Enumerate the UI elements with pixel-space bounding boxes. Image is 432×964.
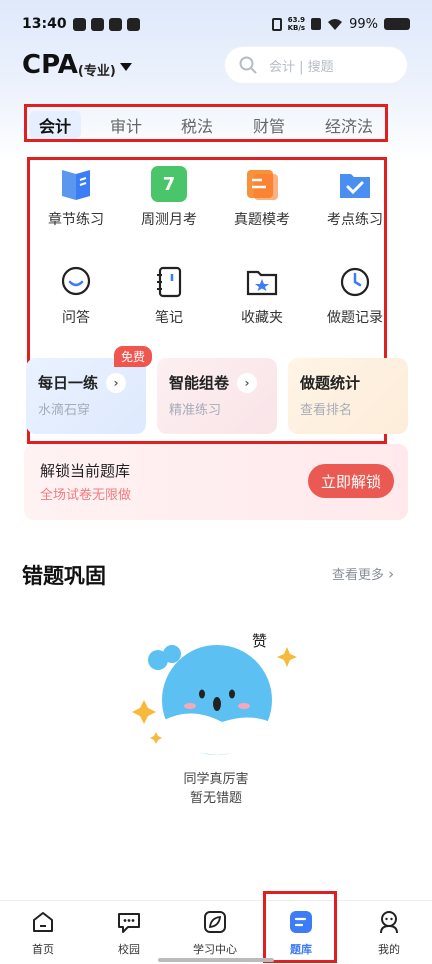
network-speed: 63.9 KB/s [287, 16, 306, 32]
nav-campus[interactable]: 校园 [89, 909, 169, 957]
exam-subtitle: (专业) [77, 63, 116, 79]
unlock-subtitle: 全场试卷无限做 [40, 488, 132, 503]
grid-item-label: 真题模考 [234, 212, 290, 228]
nav-learning-center[interactable]: 学习中心 [175, 909, 255, 957]
grid-item-qa[interactable]: 问答 [28, 264, 124, 327]
card-subtitle: 查看排名 [300, 403, 353, 418]
grid-item-label: 问答 [62, 310, 90, 326]
nav-home[interactable]: 首页 [3, 909, 83, 957]
card-title: 每日一练 [38, 374, 99, 392]
app-notification-icon [126, 17, 140, 31]
search-icon [239, 56, 257, 74]
chevron-right-icon: › [388, 565, 395, 583]
daily-practice-card[interactable]: 每日一练 › 水滴石穿 [26, 358, 146, 434]
nav-label: 学习中心 [193, 943, 237, 956]
free-badge: 免费 [114, 346, 153, 367]
profile-icon [380, 911, 398, 934]
book-icon [58, 166, 94, 202]
notebook-icon [151, 264, 187, 300]
unlock-title: 解锁当前题库 [40, 462, 131, 480]
grid-item-label: 章节练习 [48, 212, 104, 228]
unlock-banner: 解锁当前题库 全场试卷无限做 立即解锁 [24, 444, 408, 520]
folder-check-icon [337, 166, 373, 202]
card-title: 智能组卷 [169, 374, 230, 392]
tab-tax-law[interactable]: 税法 [181, 113, 213, 137]
nav-label: 首页 [32, 943, 54, 956]
caret-down-icon [119, 63, 132, 71]
tab-audit[interactable]: 审计 [110, 113, 142, 137]
chevron-right-icon: › [106, 372, 127, 393]
status-time: 13:40 [22, 16, 67, 32]
grid-item-label: 笔记 [155, 310, 183, 326]
tab-financial-management[interactable]: 财管 [253, 113, 285, 137]
smart-paper-card[interactable]: 智能组卷 › 精准练习 [157, 358, 277, 434]
exam-selector[interactable]: CPA (专业) [22, 50, 132, 80]
mascot-illustration: 赞 [132, 632, 297, 755]
subject-tabs: 会计 审计 税法 财管 经济法 [24, 104, 388, 142]
grid-item-favorites[interactable]: 收藏夹 [214, 264, 310, 327]
calendar-icon: 7 [151, 166, 187, 202]
star-folder-icon [244, 264, 280, 300]
leaf-icon [204, 911, 226, 933]
nav-profile[interactable]: 我的 [349, 909, 429, 957]
empty-message-line2: 暂无错题 [189, 791, 242, 806]
practice-stats-card[interactable]: 做题统计 查看排名 [288, 358, 408, 434]
battery-text: 99% [349, 16, 378, 32]
bottom-nav: 首页 校园 学习中心 题库 我的 [0, 900, 432, 964]
mascot-text: 赞 [252, 632, 267, 650]
view-more-link[interactable]: 查看更多 › [332, 564, 394, 583]
chevron-right-icon: › [237, 372, 258, 393]
app-notification-icon [72, 17, 86, 31]
home-icon [33, 912, 53, 932]
clock-icon [337, 264, 373, 300]
grid-item-label: 做题记录 [327, 310, 383, 326]
app-notification-icon [108, 17, 122, 31]
grid-item-practice-history[interactable]: 做题记录 [307, 264, 403, 327]
grid-item-label: 考点练习 [327, 212, 383, 228]
active-nav-highlight [263, 891, 337, 963]
grid-item-weekly-monthly[interactable]: 7 周测月考 [121, 166, 217, 229]
battery-icon [384, 18, 410, 30]
status-bar: 13:40 63.9 KB/s 99% [0, 0, 432, 48]
grid-item-label: 收藏夹 [241, 310, 283, 326]
grid-item-label: 周测月考 [141, 212, 197, 228]
tab-economic-law[interactable]: 经济法 [325, 113, 373, 137]
grid-item-notes[interactable]: 笔记 [121, 264, 217, 327]
grid-item-past-exams[interactable]: 真题模考 [214, 166, 310, 229]
card-subtitle: 水滴石穿 [38, 403, 91, 418]
card-title: 做题统计 [300, 374, 361, 392]
wrong-questions-title: 错题巩固 [22, 564, 106, 588]
card-subtitle: 精准练习 [169, 403, 222, 418]
app-notification-icon [90, 17, 104, 31]
grid-item-chapter-practice[interactable]: 章节练习 [28, 166, 124, 229]
vibrate-icon [271, 17, 282, 31]
unlock-button[interactable]: 立即解锁 [308, 464, 394, 498]
grid-item-key-points[interactable]: 考点练习 [307, 166, 403, 229]
nav-label: 校园 [118, 943, 140, 956]
search-bar[interactable]: 会计 | 搜题 [224, 46, 408, 84]
nav-label: 我的 [378, 943, 400, 956]
exam-paper-icon [244, 166, 280, 202]
search-placeholder: 会计 | 搜题 [269, 59, 334, 75]
tab-accounting[interactable]: 会计 [29, 111, 82, 139]
chat-bubble-icon [58, 264, 94, 300]
sim-icon [311, 18, 322, 30]
wifi-icon [328, 18, 343, 30]
chat-icon [118, 913, 140, 933]
exam-title: CPA [22, 50, 78, 80]
empty-message-line1: 同学真厉害 [183, 772, 249, 787]
home-indicator[interactable] [158, 958, 274, 962]
